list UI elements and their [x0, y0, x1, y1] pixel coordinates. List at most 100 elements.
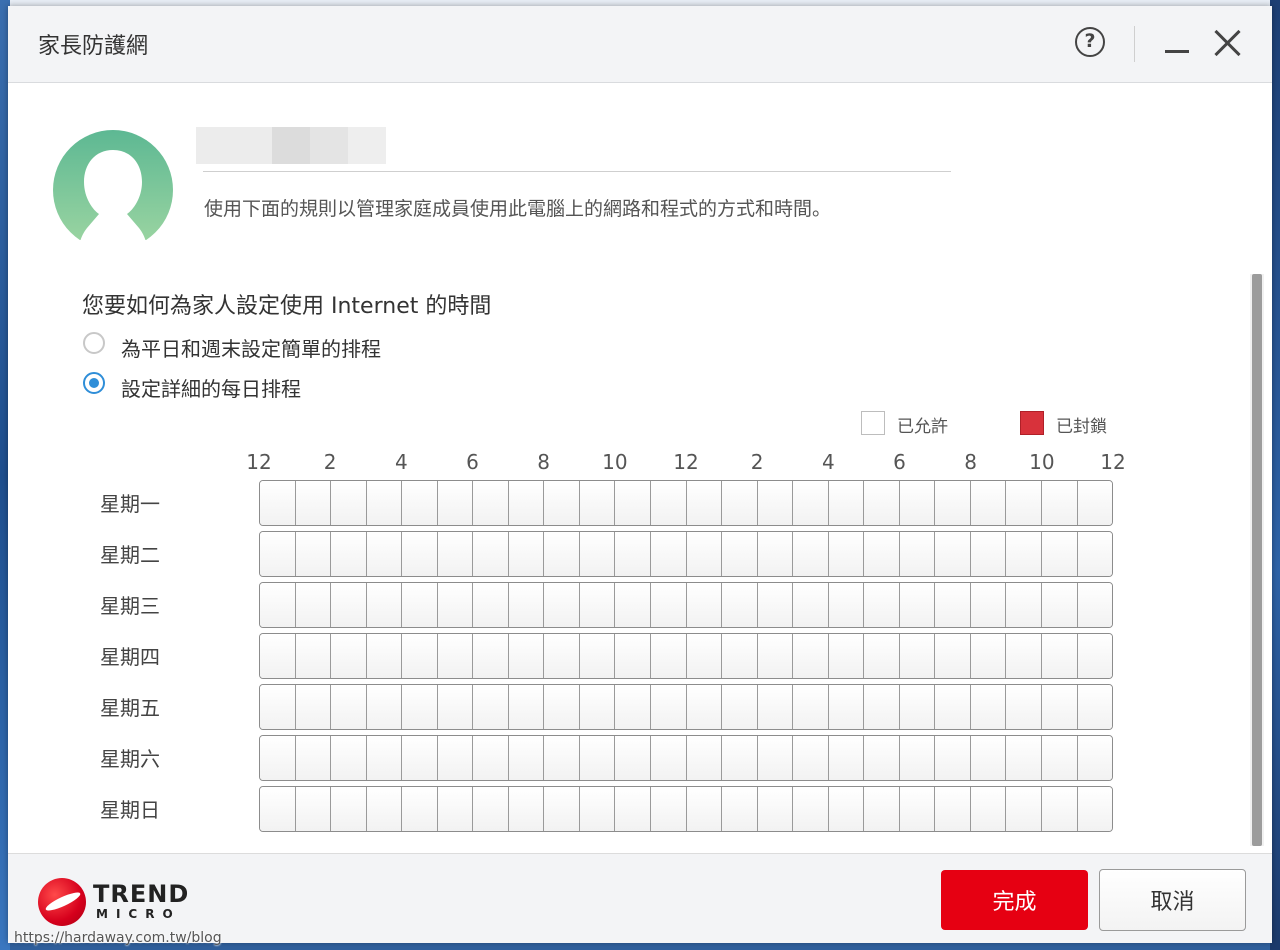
hour-cell[interactable]: [331, 634, 367, 678]
hour-cell[interactable]: [864, 583, 900, 627]
hour-cell[interactable]: [579, 736, 616, 780]
hour-cell[interactable]: [757, 685, 794, 729]
hour-cell[interactable]: [935, 481, 971, 525]
hour-cell[interactable]: [402, 532, 438, 576]
hour-cell[interactable]: [793, 481, 829, 525]
hour-cell[interactable]: [331, 532, 367, 576]
hour-cell[interactable]: [722, 736, 758, 780]
hour-cell[interactable]: [473, 787, 509, 831]
hour-cell[interactable]: [331, 787, 367, 831]
hour-cell[interactable]: [473, 634, 509, 678]
hour-cell[interactable]: [615, 736, 652, 780]
hour-cell[interactable]: [722, 787, 758, 831]
cancel-button[interactable]: 取消: [1099, 869, 1246, 931]
hour-cell[interactable]: [260, 583, 296, 627]
hour-cell[interactable]: [970, 634, 1007, 678]
hour-cell[interactable]: [508, 532, 545, 576]
hour-cell[interactable]: [402, 685, 438, 729]
close-icon[interactable]: [1212, 28, 1242, 58]
hour-cell[interactable]: [473, 736, 509, 780]
hour-cell[interactable]: [686, 583, 723, 627]
hour-cell[interactable]: [828, 532, 865, 576]
hour-cell[interactable]: [1006, 481, 1043, 525]
hour-cell[interactable]: [828, 736, 865, 780]
hour-cell[interactable]: [1077, 685, 1112, 729]
hour-cell[interactable]: [899, 532, 936, 576]
hour-cell[interactable]: [260, 787, 296, 831]
hour-cell[interactable]: [544, 481, 580, 525]
hour-cell[interactable]: [828, 583, 865, 627]
hour-cell[interactable]: [1006, 583, 1043, 627]
hour-cell[interactable]: [1077, 532, 1112, 576]
hour-cell[interactable]: [899, 787, 936, 831]
hour-cell[interactable]: [722, 532, 758, 576]
hour-cell[interactable]: [651, 481, 687, 525]
hour-cell[interactable]: [615, 481, 652, 525]
hour-cell[interactable]: [508, 736, 545, 780]
hour-cell[interactable]: [970, 736, 1007, 780]
hour-cell[interactable]: [615, 685, 652, 729]
hour-cell[interactable]: [651, 634, 687, 678]
hour-cell[interactable]: [1077, 787, 1112, 831]
hour-cell[interactable]: [402, 481, 438, 525]
hour-cell[interactable]: [402, 634, 438, 678]
hour-cell[interactable]: [295, 685, 332, 729]
hour-cell[interactable]: [437, 532, 474, 576]
hour-cell[interactable]: [651, 583, 687, 627]
hour-cell[interactable]: [899, 583, 936, 627]
hour-cell[interactable]: [615, 583, 652, 627]
simple-schedule-radio[interactable]: [83, 332, 105, 354]
hour-cell[interactable]: [295, 634, 332, 678]
hour-cell[interactable]: [722, 634, 758, 678]
hour-cell[interactable]: [508, 583, 545, 627]
hour-cell[interactable]: [473, 532, 509, 576]
hour-cell[interactable]: [970, 583, 1007, 627]
hour-cell[interactable]: [757, 481, 794, 525]
hour-cell[interactable]: [899, 685, 936, 729]
hour-cell[interactable]: [686, 736, 723, 780]
hour-cell[interactable]: [793, 685, 829, 729]
hour-cell[interactable]: [686, 634, 723, 678]
hour-cell[interactable]: [295, 787, 332, 831]
hour-cell[interactable]: [366, 685, 403, 729]
hour-cell[interactable]: [828, 481, 865, 525]
hour-cell[interactable]: [473, 481, 509, 525]
hour-cell[interactable]: [295, 736, 332, 780]
hour-cell[interactable]: [508, 634, 545, 678]
hour-cell[interactable]: [1042, 634, 1078, 678]
hour-cell[interactable]: [757, 787, 794, 831]
hour-cell[interactable]: [544, 532, 580, 576]
hour-cell[interactable]: [1042, 532, 1078, 576]
hour-cell[interactable]: [579, 787, 616, 831]
hour-cell[interactable]: [828, 787, 865, 831]
hour-cell[interactable]: [579, 481, 616, 525]
hour-cell[interactable]: [437, 787, 474, 831]
hour-cell[interactable]: [295, 583, 332, 627]
hour-cell[interactable]: [508, 685, 545, 729]
hour-cell[interactable]: [757, 583, 794, 627]
detailed-schedule-radio[interactable]: [83, 372, 105, 394]
hour-cell[interactable]: [544, 736, 580, 780]
hour-cell[interactable]: [793, 736, 829, 780]
hour-cell[interactable]: [402, 583, 438, 627]
hour-cell[interactable]: [366, 736, 403, 780]
hour-cell[interactable]: [899, 736, 936, 780]
hour-cell[interactable]: [260, 481, 296, 525]
hour-cell[interactable]: [970, 481, 1007, 525]
hour-cell[interactable]: [828, 685, 865, 729]
hour-cell[interactable]: [1042, 583, 1078, 627]
hour-cell[interactable]: [615, 532, 652, 576]
hour-cell[interactable]: [757, 634, 794, 678]
hour-cell[interactable]: [473, 583, 509, 627]
hour-cell[interactable]: [437, 481, 474, 525]
hour-cell[interactable]: [615, 634, 652, 678]
hour-cell[interactable]: [402, 736, 438, 780]
hour-cell[interactable]: [864, 685, 900, 729]
hour-cell[interactable]: [793, 583, 829, 627]
scrollbar-thumb[interactable]: [1252, 274, 1262, 846]
hour-cell[interactable]: [544, 787, 580, 831]
hour-cell[interactable]: [579, 583, 616, 627]
hour-cell[interactable]: [366, 787, 403, 831]
hour-cell[interactable]: [864, 634, 900, 678]
hour-cell[interactable]: [437, 685, 474, 729]
